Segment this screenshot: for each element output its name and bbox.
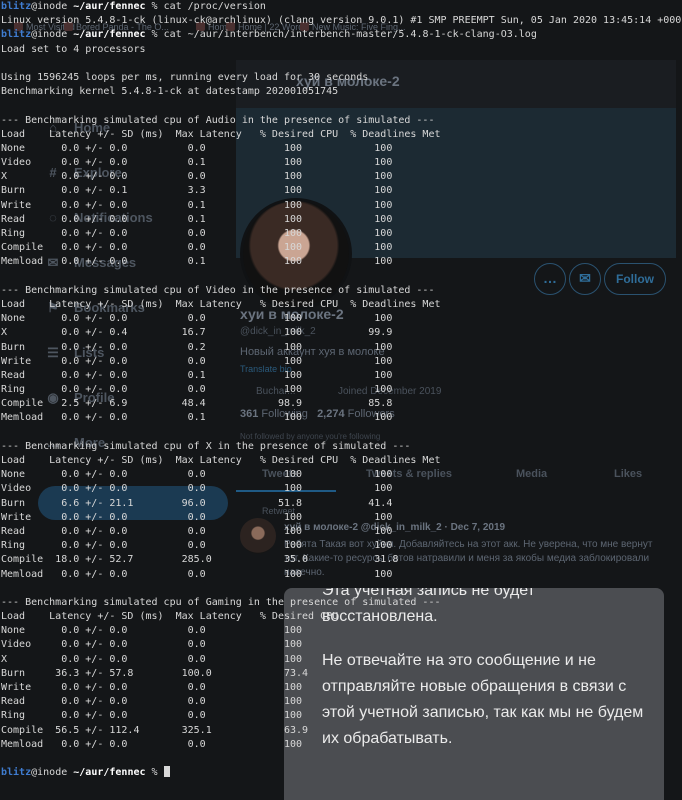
terminal-output-line: Read 0.0 +/- 0.0 0.1 100 100: [1, 369, 393, 381]
prompt-cwd: ~/aur/fennec: [67, 767, 146, 779]
terminal-output-line: Ring 0.0 +/- 0.0 0.0 100 100: [1, 384, 393, 396]
terminal-output-line: Burn 36.3 +/- 57.8 100.0 73.4: [1, 667, 309, 679]
terminal-output-line: Memload 0.0 +/- 0.0 0.1 100 100: [1, 412, 393, 424]
terminal-output-line: Load set to 4 processors: [1, 43, 146, 55]
prompt-command: cat ~/aur/interbench/interbench-master/5…: [163, 29, 537, 41]
terminal-output-line: Compile 0.0 +/- 0.0 0.0 100 100: [1, 242, 393, 254]
terminal-output-line: Write 0.0 +/- 0.0 0.0 100 100: [1, 355, 393, 367]
terminal-output-line: Ring 0.0 +/- 0.0 0.0 100 100: [1, 540, 393, 552]
terminal-output-line: None 0.0 +/- 0.0 0.0 100 100: [1, 313, 393, 325]
terminal-output-line: Write 0.0 +/- 0.0 0.1 100 100: [1, 199, 393, 211]
terminal-output-line: Load Latency +/- SD (ms) Max Latency % D…: [1, 298, 441, 310]
terminal-output-line: Write 0.0 +/- 0.0 0.0 100 100: [1, 511, 393, 523]
prompt-host: @inode: [31, 1, 68, 12]
terminal-output-line: Using 1596245 loops per ms, running ever…: [1, 71, 369, 83]
terminal-output-line: Memload 0.0 +/- 0.0 0.1 100 100: [1, 256, 393, 268]
terminal-output-line: --- Benchmarking simulated cpu of Gaming…: [1, 596, 441, 608]
terminal-output-line: Load Latency +/- SD (ms) Max Latency % D…: [1, 128, 441, 140]
terminal-output-line: None 0.0 +/- 0.0 0.0 100 100: [1, 142, 393, 154]
prompt-symbol: %: [145, 767, 164, 779]
prompt-host: @inode: [31, 767, 68, 779]
terminal-output-line: Compile 18.0 +/- 52.7 285.0 35.0 31.8: [1, 554, 399, 566]
terminal-output-line: --- Benchmarking simulated cpu of X in t…: [1, 440, 411, 452]
terminal-output-line: Read 0.0 +/- 0.0 0.0 100: [1, 696, 303, 708]
terminal-output-line: Burn 0.0 +/- 0.0 0.2 100 100: [1, 341, 393, 353]
terminal-output-line: Video 0.0 +/- 0.0 0.1 100 100: [1, 157, 393, 169]
terminal-prompt-line: blitz@inode ~/aur/fennec %: [1, 766, 682, 780]
terminal-output-line: Benchmarking kernel 5.4.8-1-ck at datest…: [1, 86, 339, 98]
terminal-output-line: Write 0.0 +/- 0.0 0.0 100: [1, 682, 303, 693]
prompt-user: blitz: [1, 29, 32, 41]
terminal-output-line: Compile 2.5 +/- 6.9 48.4 98.9 85.8: [1, 398, 393, 410]
prompt-user: blitz: [1, 767, 32, 779]
terminal-output-line: Read 0.0 +/- 0.0 0.0 100 100: [1, 525, 393, 537]
terminal-output-line: --- Benchmarking simulated cpu of Video …: [1, 284, 435, 296]
terminal-output-line: Burn 6.6 +/- 21.1 96.0 51.8 41.4: [1, 497, 393, 509]
terminal-output-line: Load Latency +/- SD (ms) Max Latency % D…: [1, 455, 441, 466]
prompt-symbol: %: [145, 29, 164, 41]
terminal-output-line: None 0.0 +/- 0.0 0.0 100: [1, 625, 303, 637]
terminal-output-line: Memload 0.0 +/- 0.0 0.0 100 100: [1, 568, 393, 580]
terminal-window[interactable]: blitz@inode ~/aur/fennec % cat /proc/ver…: [0, 0, 682, 800]
prompt-command: cat /proc/version: [163, 1, 266, 12]
prompt-symbol: %: [145, 1, 164, 12]
prompt-user: blitz: [1, 1, 32, 12]
terminal-output-line: X 0.0 +/- 0.0 0.0 100: [1, 653, 303, 665]
terminal-output-line: --- Benchmarking simulated cpu of Audio …: [1, 114, 435, 126]
terminal-output-line: None 0.0 +/- 0.0 0.0 100 100: [1, 469, 393, 481]
prompt-cwd: ~/aur/fennec: [67, 29, 146, 41]
terminal-prompt-line: blitz@inode ~/aur/fennec % cat ~/aur/int…: [1, 28, 682, 42]
terminal-output[interactable]: blitz@inode ~/aur/fennec % cat /proc/ver…: [1, 0, 682, 780]
terminal-output-line: Video 0.0 +/- 0.0 0.0 100 100: [1, 483, 393, 495]
terminal-cursor[interactable]: [163, 766, 170, 778]
terminal-output-line: Ring 0.0 +/- 0.0 0.0 100 100: [1, 228, 393, 239]
terminal-output-line: X 0.0 +/- 0.4 16.7 100 99.9: [1, 327, 393, 339]
terminal-output-line: X 0.0 +/- 0.0 0.0 100 100: [1, 171, 393, 183]
terminal-output-line: Read 0.0 +/- 0.0 0.1 100 100: [1, 213, 393, 225]
terminal-output-line: Compile 56.5 +/- 112.4 325.1 63.9: [1, 724, 309, 736]
terminal-output-line: Linux version 5.4.8-1-ck (linux-ck@archl…: [1, 15, 682, 27]
prompt-cwd: ~/aur/fennec: [67, 1, 146, 12]
terminal-output-line: Burn 0.0 +/- 0.1 3.3 100 100: [1, 185, 393, 197]
terminal-output-line: Memload 0.0 +/- 0.0 0.0 100: [1, 738, 303, 750]
terminal-output-line: Load Latency +/- SD (ms) Max Latency % D…: [1, 611, 339, 623]
prompt-host: @inode: [31, 29, 68, 41]
terminal-prompt-line: blitz@inode ~/aur/fennec % cat /proc/ver…: [1, 0, 682, 14]
terminal-output-line: Video 0.0 +/- 0.0 0.0 100: [1, 639, 303, 651]
terminal-output-line: Ring 0.0 +/- 0.0 0.0 100: [1, 710, 303, 722]
